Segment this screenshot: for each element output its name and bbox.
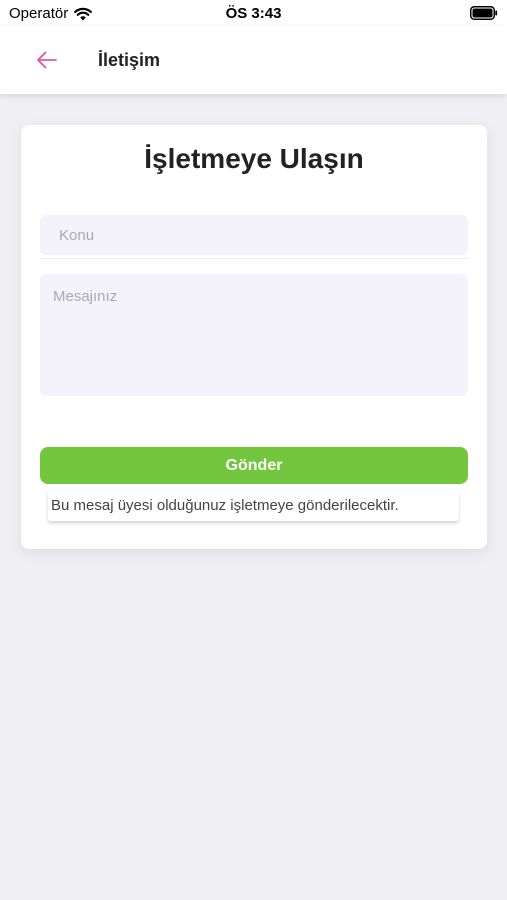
info-note: Bu mesaj üyesi olduğunuz işletmeye gönde… <box>48 491 459 521</box>
subject-divider <box>40 258 468 259</box>
form-title: İşletmeye Ulaşın <box>144 143 364 174</box>
contact-card: İşletmeye Ulaşın Gönder Bu mesaj üyesi o… <box>21 125 487 549</box>
status-time: ÖS 3:43 <box>225 5 282 22</box>
page-title: İletişim <box>98 50 161 70</box>
status-bar: Operatör ÖS 3:43 <box>0 0 507 26</box>
back-button[interactable] <box>30 43 64 77</box>
send-button[interactable]: Gönder <box>40 447 468 484</box>
arrow-left-icon <box>37 51 57 69</box>
message-input[interactable] <box>40 274 468 396</box>
subject-input[interactable] <box>40 215 468 255</box>
battery-icon <box>470 6 498 20</box>
nav-bar: İletişim <box>0 26 507 94</box>
